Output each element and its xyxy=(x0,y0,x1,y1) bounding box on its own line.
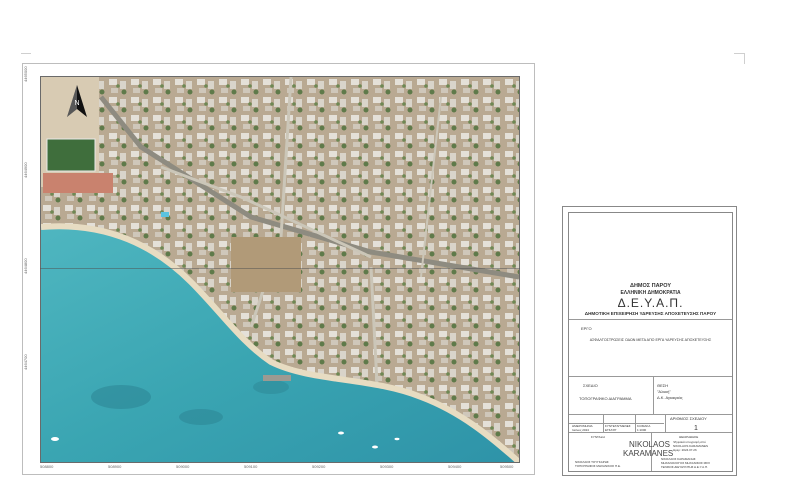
map-x-tick: 509300 xyxy=(380,464,394,469)
map-x-tick: 509400 xyxy=(448,464,462,469)
map-x-tick: 508900 xyxy=(108,464,122,469)
approved-by-label: ΘΕΩΡΗΘΗΚΕ xyxy=(679,435,699,439)
location-name: "Αλυκή" xyxy=(657,389,671,394)
map-x-tick: 509100 xyxy=(244,464,258,469)
title-block-inner: ΔΗΜΟΣ ΠΑΡΟΥ ΕΛΛΗΝΙΚΗ ΔΗΜΟΚΡΑΤΙΑ Δ.Ε.Υ.Α.… xyxy=(568,212,733,472)
approver-name: ΝΙΚΟΛΑΟΣ ΚΑΡΑΜΑΝΗΣ ΜΗΧΑΝΟΛΟΓΟΣ ΜΗΧΑΝΙΚΟΣ… xyxy=(661,457,711,469)
agency-full-name: ΔΗΜΟΤΙΚΗ ΕΠΙΧΕΙΡΗΣΗ ΥΔΡΕΥΣΗΣ ΑΠΟΧΕΤΕΥΣΗΣ… xyxy=(584,311,717,316)
municipality-label: ΔΗΜΟΣ ΠΑΡΟΥ xyxy=(629,283,672,289)
map-x-tick: 509500 xyxy=(500,464,514,469)
digital-signature-stamp: Ψηφιακά υπογραφή από NIKOLAOS KARAMANES … xyxy=(673,440,709,452)
crop-mark-top-right xyxy=(734,53,745,64)
drawing-number: 1 xyxy=(694,425,698,432)
north-arrow-icon: N xyxy=(65,83,89,119)
signature-first-name: NIKOLAOS xyxy=(629,440,670,449)
agency-abbreviation: Δ.Ε.Υ.Α.Π. xyxy=(617,296,684,310)
drawing-title: ΤΟΠΟΓΡΑΦΙΚΟ ΔΙΑΓΡΑΜΜΑ xyxy=(579,396,632,401)
designer-name: ΝΙΚΟΛΑΟΣ ΤΟΥΓΚΑΡΗΣ ΤΟΠΟΓΡΑΦΟΣ ΜΗΧΑΝΙΚΟΣ … xyxy=(575,460,621,468)
aerial-map[interactable]: N xyxy=(40,76,520,463)
location-label: ΘΕΣΗ xyxy=(657,383,669,388)
map-y-tick: 4465000 xyxy=(23,66,28,82)
drawing-label: ΣΧΕΔΙΟ xyxy=(583,383,598,388)
location-district: Δ.Κ. Αγκαιριάς xyxy=(657,395,683,400)
map-x-tick: 509200 xyxy=(312,464,326,469)
map-x-tick: 508800 xyxy=(40,464,54,469)
map-x-tick: 509000 xyxy=(176,464,190,469)
title-block: ΔΗΜΟΣ ΠΑΡΟΥ ΕΛΛΗΝΙΚΗ ΔΗΜΟΚΡΑΤΙΑ Δ.Ε.Υ.Α.… xyxy=(562,206,737,476)
map-y-tick: 4464800 xyxy=(23,258,28,274)
project-title: ΑΣΦΑΛΤΟΣΤΡΩΣΕΙΣ ΟΔΩΝ ΜΕΤΑ ΑΠΟ ΕΡΓΑ ΥΔΡΕΥ… xyxy=(589,338,712,342)
aerial-map-image xyxy=(41,77,519,462)
svg-text:N: N xyxy=(74,100,79,107)
drawing-number-label: ΑΡΙΘΜΟΣ ΣΧΕΔΙΟΥ xyxy=(670,416,707,421)
project-label: ΕΡΓΟ xyxy=(581,326,592,331)
map-y-tick: 4464900 xyxy=(23,162,28,178)
map-y-tick: 4464700 xyxy=(23,354,28,370)
map-grid-line xyxy=(40,268,520,269)
designed-by-label: ΣΥΝΤΑΞΗ xyxy=(591,435,605,439)
